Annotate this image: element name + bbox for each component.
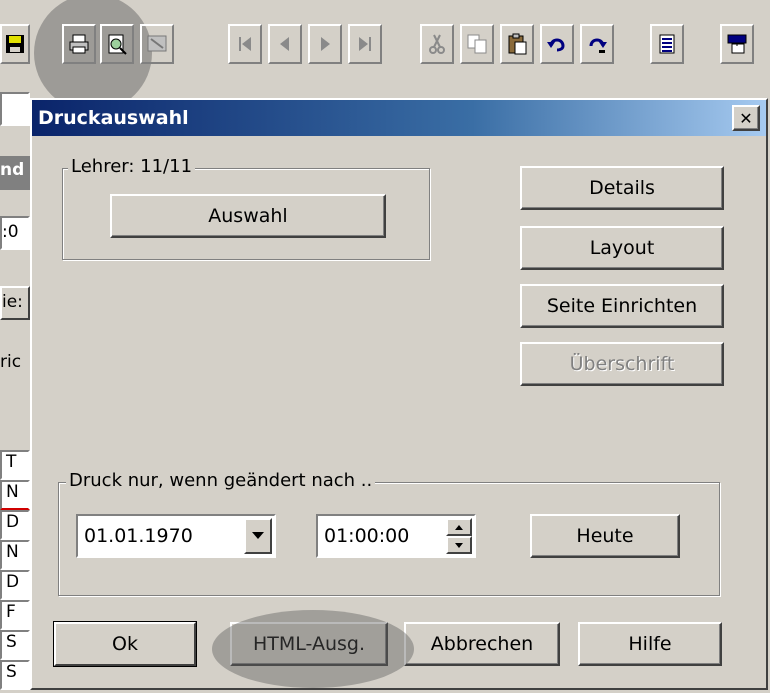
today-button[interactable]: Heute xyxy=(530,514,680,558)
first-record-icon[interactable] xyxy=(228,24,262,64)
background-fragment: D xyxy=(0,570,30,600)
background-fragment: ric xyxy=(0,352,22,372)
next-record-icon[interactable] xyxy=(308,24,342,64)
teacher-group-label: Lehrer: 11/11 xyxy=(68,156,196,177)
help-button[interactable]: Hilfe xyxy=(578,622,722,666)
save-icon[interactable] xyxy=(0,24,30,64)
date-dropdown-button[interactable] xyxy=(244,518,272,554)
help-button-label: Hilfe xyxy=(628,633,672,655)
date-dropdown[interactable]: 01.01.1970 xyxy=(76,514,276,558)
redo-icon[interactable] xyxy=(580,24,614,64)
cut-icon[interactable] xyxy=(420,24,454,64)
details-button-label: Details xyxy=(589,177,655,199)
page-setup-button[interactable]: Seite Einrichten xyxy=(520,284,724,328)
cancel-button-label: Abbrechen xyxy=(430,633,534,655)
copy-icon[interactable] xyxy=(460,24,494,64)
print-preview-icon[interactable] xyxy=(100,24,134,64)
background-field xyxy=(0,92,30,126)
background-fragment: ie: xyxy=(0,286,30,320)
spin-up-button[interactable] xyxy=(446,518,472,536)
details-button[interactable]: Details xyxy=(520,166,724,210)
dialog-titlebar[interactable]: Druckauswahl ✕ xyxy=(32,100,766,136)
paste-icon[interactable] xyxy=(500,24,534,64)
background-fragment: N xyxy=(0,540,30,570)
time-field[interactable]: 01:00:00 xyxy=(316,514,476,558)
previous-record-icon[interactable] xyxy=(268,24,302,64)
background-fragment: :0 xyxy=(0,216,30,250)
select-button[interactable]: Auswahl xyxy=(110,194,386,238)
layout-button-label: Layout xyxy=(589,237,655,259)
spin-down-button[interactable] xyxy=(446,536,472,554)
close-button[interactable]: ✕ xyxy=(732,105,760,131)
background-window-strip: nd :0 ie: ric T N D N D F S S xyxy=(0,86,30,693)
window-icon[interactable] xyxy=(720,24,754,64)
undo-icon[interactable] xyxy=(540,24,574,64)
layout-button[interactable]: Layout xyxy=(520,226,724,270)
background-fragment: S xyxy=(0,630,30,660)
arrow-up-icon xyxy=(455,524,463,530)
screen-export-icon[interactable] xyxy=(140,24,174,64)
ok-button-label: Ok xyxy=(112,633,138,655)
background-fragment: T xyxy=(0,450,30,480)
close-icon: ✕ xyxy=(739,108,753,128)
page-setup-button-label: Seite Einrichten xyxy=(546,295,698,317)
ok-button[interactable]: Ok xyxy=(54,622,196,666)
changed-after-group-label: Druck nur, wenn geändert nach .. xyxy=(66,470,376,491)
main-toolbar xyxy=(0,0,770,112)
print-selection-dialog: Druckauswahl ✕ Lehrer: 11/11 Auswahl Det… xyxy=(30,98,768,690)
last-record-icon[interactable] xyxy=(348,24,382,64)
background-fragment: D xyxy=(0,510,30,540)
arrow-down-icon xyxy=(455,542,463,548)
html-button-highlight xyxy=(212,610,414,688)
cancel-button[interactable]: Abbrechen xyxy=(404,622,560,666)
print-icon[interactable] xyxy=(62,24,96,64)
chevron-down-icon xyxy=(252,532,264,539)
background-fragment: F xyxy=(0,600,30,630)
background-fragment: N xyxy=(0,480,30,510)
background-fragment: nd xyxy=(0,156,30,190)
time-spinner[interactable] xyxy=(446,518,472,554)
heading-button-label: Überschrift xyxy=(569,353,675,375)
dialog-title: Druckauswahl xyxy=(38,107,189,129)
time-value: 01:00:00 xyxy=(324,525,410,547)
list-icon[interactable] xyxy=(650,24,684,64)
background-fragment: S xyxy=(0,660,30,690)
select-button-label: Auswahl xyxy=(208,205,288,227)
today-button-label: Heute xyxy=(576,525,634,547)
heading-button[interactable]: Überschrift xyxy=(520,342,724,386)
date-value: 01.01.1970 xyxy=(84,525,193,547)
